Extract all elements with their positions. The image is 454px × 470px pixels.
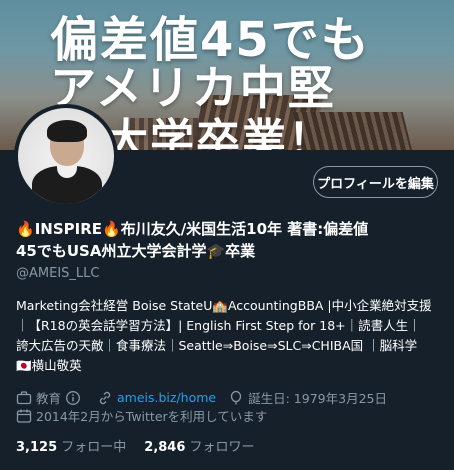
profile-meta-row: 教育 ameis.biz/home 誕生日: 1979年3月25日 — [16, 388, 399, 407]
following-count: 3,125 — [16, 440, 58, 455]
followers-stat[interactable]: 2,846 フォロワー — [144, 436, 254, 455]
profile-stats: 3,125 フォロー中 2,846 フォロワー — [16, 436, 273, 455]
followers-count: 2,846 — [144, 440, 186, 455]
calendar-icon — [16, 408, 32, 424]
profile-name: 🔥INSPIRE🔥布川友久/米国生活10年 著書:偏差値 45でもUSA州立大学… — [16, 218, 446, 262]
profile-name-line1: 🔥INSPIRE🔥布川友久/米国生活10年 著書:偏差値 — [16, 220, 369, 238]
birthday-label: 誕生日: 1979年3月25日 — [248, 391, 387, 406]
following-label: フォロー中 — [61, 440, 127, 455]
fire-emoji-icon: 🔥 — [16, 220, 35, 238]
birthday-item: 誕生日: 1979年3月25日 — [228, 388, 387, 407]
briefcase-icon — [16, 390, 32, 406]
bio-line: Marketing会社経営 Boise StateU🏫AccountingBBA… — [16, 298, 432, 313]
edit-profile-button[interactable]: プロフィールを編集 — [313, 166, 438, 198]
avatar[interactable] — [14, 104, 118, 208]
profile-name-line2: 45でもUSA州立大学会計学🎓卒業 — [16, 242, 256, 260]
category-label: 教育 — [36, 391, 62, 406]
link-icon — [97, 390, 113, 406]
joined-label: 2014年2月からTwitterを利用しています — [36, 409, 268, 424]
bio-line: 🇯🇵横山敬英 — [16, 358, 82, 373]
profile-bio: Marketing会社経営 Boise StateU🏫AccountingBBA… — [16, 296, 446, 376]
bio-line: 誇大広告の天敵｜食事療法｜Seattle⇒Boise⇒SLC⇒CHIBA国 ｜脳… — [16, 338, 418, 353]
fire-emoji-icon: 🔥 — [102, 220, 121, 238]
website-item: ameis.biz/home — [97, 390, 216, 406]
category-item: 教育 — [16, 388, 85, 407]
bio-line: ｜【R18の英会話学習方法】| English First Step for 1… — [16, 318, 421, 333]
info-icon[interactable] — [65, 390, 81, 406]
website-link[interactable]: ameis.biz/home — [117, 390, 216, 405]
following-stat[interactable]: 3,125 フォロー中 — [16, 436, 126, 455]
profile-joined-row: 2014年2月からTwitterを利用しています — [16, 406, 267, 425]
balloon-icon — [228, 390, 244, 406]
avatar-hair — [47, 120, 87, 142]
followers-label: フォロワー — [189, 440, 255, 455]
profile-handle: @AMEIS_LLC — [16, 266, 100, 281]
graduation-cap-icon: 🎓 — [206, 242, 226, 260]
